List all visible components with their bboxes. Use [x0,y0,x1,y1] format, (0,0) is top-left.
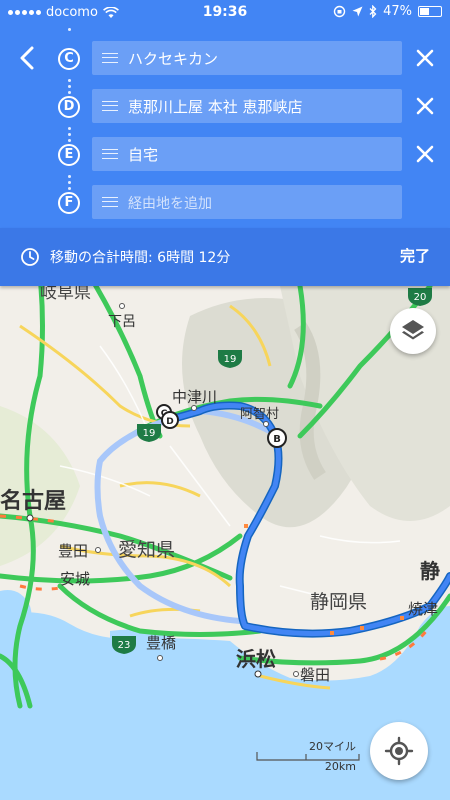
marker-d[interactable]: D [161,411,179,429]
label-toyohashi: 豊橋 [146,634,176,652]
drag-handle-icon[interactable] [102,101,118,111]
layers-button[interactable] [390,308,436,354]
label-aichi-pref: 愛知県 [118,539,175,561]
route-dots [68,28,71,34]
marker-b[interactable]: B [267,428,287,448]
directions-header: C ハクセキカン D 恵那川上屋 本社 恵那峡店 E 自宅 F 経由地を追加 [0,26,450,228]
location-arrow-icon [352,6,363,17]
status-bar: docomo 19:36 47% [0,0,450,26]
stop-field-c[interactable]: ハクセキカン [92,41,402,75]
stop-field-d[interactable]: 恵那川上屋 本社 恵那峡店 [92,89,402,123]
label-gifu-pref: 岐阜県 [40,286,91,303]
label-hamamatsu: 浜松 [236,647,276,671]
svg-text:23: 23 [118,640,131,651]
stop-letter-f: F [58,192,80,214]
stop-name-c: ハクセキカン [128,50,219,68]
stop-row-d: D 恵那川上屋 本社 恵那峡店 [0,89,450,125]
stop-row-e: E 自宅 [0,137,450,173]
stop-name-e: 自宅 [128,146,159,164]
svg-text:19: 19 [224,354,237,365]
stop-field-e[interactable]: 自宅 [92,137,402,171]
bluetooth-icon [369,5,377,18]
stop-row-c: C ハクセキカン [0,41,450,77]
my-location-icon [384,736,414,766]
layers-icon [402,320,424,340]
clock-icon [21,248,39,266]
svg-text:D: D [166,417,173,427]
close-icon[interactable] [414,95,436,117]
drag-handle-icon[interactable] [102,53,118,63]
svg-text:19: 19 [143,428,156,439]
label-anjo: 安城 [60,570,90,588]
status-icons: 47% [333,4,442,19]
label-nagoya: 名古屋 [0,488,66,514]
label-shizuoka-pref: 静岡県 [310,591,367,613]
stop-name-d: 恵那川上屋 本社 恵那峡店 [128,98,303,116]
svg-text:B: B [273,434,281,445]
add-stop-field[interactable]: 経由地を追加 [92,185,402,219]
total-travel-time: 移動の合計時間: 6時間 12分 [50,250,231,266]
stop-letter-e: E [58,144,80,166]
drag-handle-icon[interactable] [102,149,118,159]
done-button[interactable]: 完了 [400,245,430,266]
drag-handle-icon [102,197,118,207]
label-gero: 下呂 [108,314,136,330]
battery-percent: 47% [383,4,412,19]
svg-text:20: 20 [414,292,427,303]
close-icon[interactable] [414,143,436,165]
add-stop-placeholder: 経由地を追加 [128,196,212,212]
map-scale: 20マイル 20km [256,736,360,776]
label-iwata: 磐田 [300,666,330,684]
stop-letter-d: D [58,96,80,118]
label-shizuoka-city: 静 [420,559,440,583]
label-achimura: 阿智村 [240,407,279,422]
stop-letter-c: C [58,48,80,70]
rotation-lock-icon [333,5,346,18]
label-nakatsugawa: 中津川 [172,388,217,406]
route-summary-bar: 移動の合計時間: 6時間 12分 完了 [0,228,450,286]
close-icon[interactable] [414,47,436,69]
label-toyota: 豊田 [58,542,88,560]
stop-row-f: F 経由地を追加 [0,185,450,221]
label-yaizu: 焼津 [408,600,438,618]
battery-icon [418,6,442,17]
map-view[interactable]: 20 19 19 23 岐阜県 下呂 中津川 阿智村 名古屋 豊田 愛知県 安城… [0,286,450,800]
my-location-button[interactable] [370,722,428,780]
scale-km: 20km [324,760,356,773]
